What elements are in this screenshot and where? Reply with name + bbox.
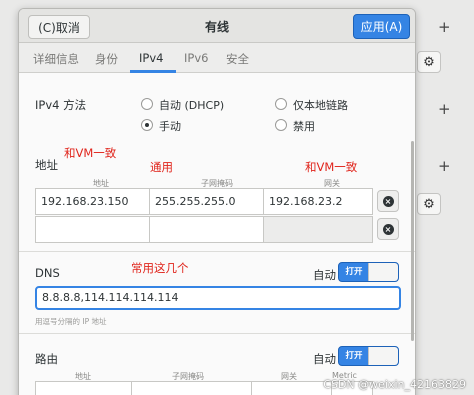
gear-icon[interactable]: ⚙: [417, 193, 441, 215]
wired-settings-dialog: (C)取消 有线 应用(A) 详细信息 身份 IPv4 IPv6 安全 IPv4…: [18, 8, 416, 395]
radio-dhcp-label: 自动 (DHCP): [159, 99, 225, 112]
radio-disabled[interactable]: [275, 119, 287, 131]
header-bar: (C)取消 有线 应用(A): [19, 9, 415, 43]
dns-auto-toggle[interactable]: 打开: [338, 262, 399, 282]
address-field[interactable]: 192.168.23.150: [36, 189, 150, 214]
netmask-field[interactable]: [150, 217, 264, 242]
dns-label: DNS: [35, 266, 60, 280]
toggle-on-label: 打开: [345, 351, 363, 361]
delete-icon: ×: [382, 195, 394, 207]
dns-hint: 用逗号分隔的 IP 地址: [35, 317, 107, 326]
radio-link-local-label: 仅本地链路: [293, 99, 348, 112]
radio-disabled-label: 禁用: [293, 120, 315, 133]
annotation-common: 通用: [150, 160, 173, 174]
gateway-field[interactable]: [264, 217, 372, 242]
route-gateway-field[interactable]: [252, 382, 332, 395]
address-row-empty: [35, 216, 373, 243]
watermark: CSDN @weixin_42163829: [323, 378, 466, 391]
radio-link-local[interactable]: [275, 98, 287, 110]
annotation-vm-2: 和VM一致: [305, 160, 358, 174]
scrollbar[interactable]: [411, 141, 414, 341]
ipv4-content: IPv4 方法 自动 (DHCP) 仅本地链路 手动 禁用 和VM一致 地址 通…: [19, 73, 415, 395]
toggle-knob: [368, 347, 398, 365]
address-section-label: 地址: [35, 158, 58, 172]
section-divider: [19, 251, 415, 252]
radio-dhcp[interactable]: [141, 98, 153, 110]
address-field[interactable]: [36, 217, 150, 242]
tab-bar: 详细信息 身份 IPv4 IPv6 安全: [19, 43, 415, 73]
tab-security[interactable]: 安全: [226, 51, 249, 67]
routes-label: 路由: [35, 352, 58, 366]
radio-manual-label: 手动: [159, 120, 181, 133]
delete-address-button[interactable]: ×: [377, 218, 399, 240]
ipv4-method-label: IPv4 方法: [35, 98, 87, 112]
gear-icon[interactable]: ⚙: [417, 51, 441, 73]
tab-identity[interactable]: 身份: [95, 51, 118, 67]
tab-details[interactable]: 详细信息: [33, 51, 79, 67]
routes-auto-toggle[interactable]: 打开: [338, 346, 399, 366]
section-divider: [19, 333, 415, 334]
routes-auto-label: 自动: [313, 352, 336, 366]
add-connection-plus-icon[interactable]: +: [438, 100, 451, 118]
dns-auto-label: 自动: [313, 268, 336, 282]
tab-ipv6[interactable]: IPv6: [184, 51, 208, 65]
tab-ipv4[interactable]: IPv4: [139, 51, 163, 65]
dns-input[interactable]: 8.8.8.8,114.114.114.114: [35, 286, 401, 310]
apply-button[interactable]: 应用(A): [353, 14, 410, 39]
gateway-field[interactable]: 192.168.23.2: [264, 189, 372, 214]
route-netmask-field[interactable]: [132, 382, 252, 395]
toggle-on-label: 打开: [345, 267, 363, 277]
add-connection-plus-icon[interactable]: +: [438, 18, 451, 36]
radio-manual[interactable]: [141, 119, 153, 131]
delete-icon: ×: [382, 223, 394, 235]
delete-address-button[interactable]: ×: [377, 190, 399, 212]
annotation-dns: 常用这几个: [131, 261, 189, 275]
annotation-vm-1: 和VM一致: [64, 146, 117, 160]
add-connection-plus-icon[interactable]: +: [438, 157, 451, 175]
toggle-knob: [368, 263, 398, 281]
address-row: 192.168.23.150 255.255.255.0 192.168.23.…: [35, 188, 373, 215]
netmask-field[interactable]: 255.255.255.0: [150, 189, 264, 214]
route-address-field[interactable]: [36, 382, 132, 395]
